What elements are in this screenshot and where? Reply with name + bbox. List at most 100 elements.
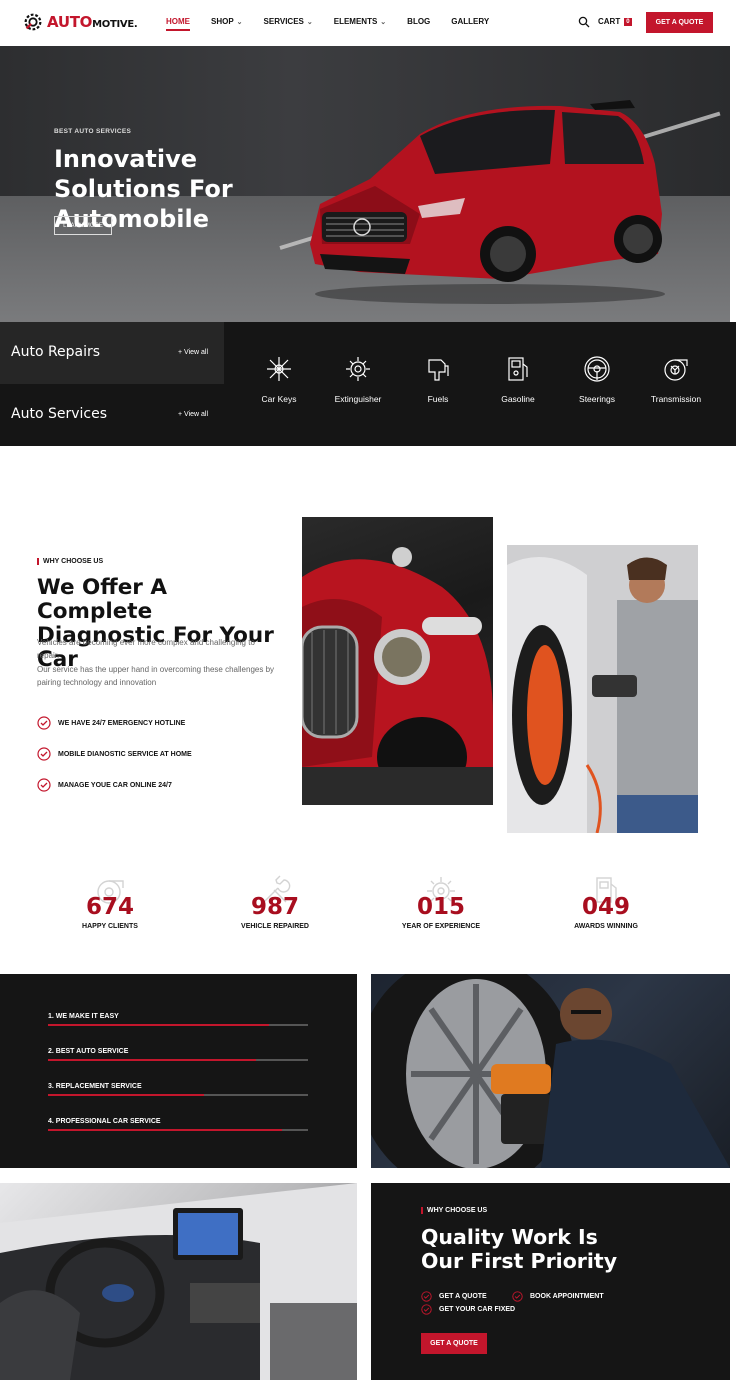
turbo-icon [664, 359, 688, 381]
progress-item: 4. PROFESSIONAL CAR SERVICE [48, 1118, 308, 1131]
chevron-down-icon: ⌄ [306, 18, 313, 26]
service-extinguisher[interactable]: Extinguisher [318, 354, 398, 404]
category-label: Auto Services [11, 406, 107, 422]
logo-text-auto: AUTO [47, 13, 93, 31]
mechanic-wheel-photo [371, 974, 730, 1168]
service-label: Steerings [579, 394, 615, 404]
stat-label: VEHICLE REPAIRED [241, 923, 309, 930]
service-gasoline[interactable]: Gasoline [478, 354, 558, 404]
stat-awards-winning: 049 AWARDS WINNING [531, 874, 681, 930]
stat-value: 987 [250, 894, 299, 920]
nav-home-label: HOME [166, 17, 190, 26]
check-label: BOOK APPOINTMENT [530, 1293, 604, 1300]
quality-check-item: GET YOUR CAR FIXED [421, 1304, 515, 1315]
service-car-keys[interactable]: Car Keys [239, 354, 319, 404]
progress-track [48, 1129, 308, 1131]
why-kicker-text: WHY CHOOSE US [43, 558, 104, 565]
stat-vehicle-repaired: 987 VEHICLE REPAIRED [200, 874, 350, 930]
service-fuels[interactable]: Fuels [398, 354, 478, 404]
nav-services[interactable]: SERVICES ⌄ [264, 17, 313, 26]
category-auto-repairs[interactable]: Auto Repairs + View all [0, 322, 224, 384]
view-all-link[interactable]: + View all [178, 411, 208, 418]
check-circle-icon [421, 1291, 432, 1302]
learn-more-button[interactable]: LEARN MORE [54, 216, 112, 235]
hero-banner: BEST AUTO SERVICES Innovative Solutions … [0, 46, 730, 322]
quality-check-item: BOOK APPOINTMENT [512, 1291, 604, 1302]
mechanic-tire-photo [507, 545, 698, 833]
nav-gallery-label: GALLERY [451, 17, 490, 26]
steering-wheel-icon [584, 356, 610, 382]
quality-get-quote-button[interactable]: GET A QUOTE [421, 1333, 487, 1354]
quality-kicker: WHY CHOOSE US [421, 1207, 487, 1214]
stat-happy-clients: 674 HAPPY CLIENTS [35, 874, 185, 930]
check-label: WE HAVE 24/7 EMERGENCY HOTLINE [58, 719, 186, 727]
service-label: Car Keys [261, 394, 297, 404]
progress-item: 1. WE MAKE IT EASY [48, 1013, 308, 1026]
chevron-down-icon: ⌄ [380, 18, 387, 26]
service-transmission[interactable]: Transmission [636, 354, 716, 404]
service-label: Transmission [650, 394, 702, 404]
progress-fill [48, 1059, 256, 1061]
service-label: Gasoline [501, 394, 535, 404]
cart-link[interactable]: CART 0 [598, 17, 632, 26]
classic-car-photo [302, 517, 493, 805]
why-text-2: Our service has the upper hand in overco… [37, 664, 275, 688]
quality-kicker-text: WHY CHOOSE US [427, 1207, 488, 1214]
nav-elements[interactable]: ELEMENTS ⌄ [334, 17, 386, 26]
check-circle-icon [37, 778, 51, 792]
nav-shop[interactable]: SHOP ⌄ [211, 17, 243, 26]
kicker-accent-bar [421, 1207, 423, 1214]
car-interior-photo [0, 1183, 357, 1380]
stat-value: 049 [581, 894, 630, 920]
cart-label: CART [598, 17, 621, 26]
nav-elements-label: ELEMENTS [333, 17, 378, 26]
progress-fill [48, 1024, 269, 1026]
progress-item: 2. BEST AUTO SERVICE [48, 1048, 308, 1061]
stat-value: 674 [85, 894, 134, 920]
fuel-nozzle-icon [428, 359, 449, 381]
category-auto-services[interactable]: Auto Services + View all [0, 384, 224, 446]
logo[interactable]: AUTOMOTIVE. [22, 11, 138, 33]
progress-label: 4. PROFESSIONAL CAR SERVICE [48, 1118, 161, 1125]
nav-gallery[interactable]: GALLERY [451, 17, 489, 26]
progress-track [48, 1094, 308, 1096]
check-circle-icon [512, 1291, 523, 1302]
progress-fill [48, 1129, 282, 1131]
logo-text-motive: MOTIVE. [92, 19, 138, 30]
view-all-link[interactable]: + View all [178, 349, 208, 356]
progress-label: 3. REPLACEMENT SERVICE [48, 1083, 142, 1090]
service-steerings[interactable]: Steerings [557, 354, 637, 404]
cart-count-badge: 0 [624, 17, 632, 26]
mechanic-wheel-image [371, 974, 730, 1168]
car-interior-image [0, 1183, 357, 1380]
extinguisher-icon [346, 357, 370, 381]
progress-label: 2. BEST AUTO SERVICE [48, 1048, 129, 1055]
progress-item: 3. REPLACEMENT SERVICE [48, 1083, 308, 1096]
red-car-image [310, 100, 665, 304]
nav-blog-label: BLOG [407, 17, 431, 26]
search-icon[interactable] [578, 16, 590, 28]
stat-value: 015 [416, 894, 465, 920]
chevron-down-icon: ⌄ [236, 18, 243, 26]
stat-label: HAPPY CLIENTS [82, 923, 138, 930]
progress-track [48, 1059, 308, 1061]
service-label: Extinguisher [334, 394, 382, 404]
category-label: Auto Repairs [11, 344, 101, 360]
check-label: GET YOUR CAR FIXED [439, 1306, 516, 1313]
nav-services-label: SERVICES [263, 17, 304, 26]
classic-car-image [302, 547, 493, 805]
mechanic-tire-image [507, 545, 698, 833]
nav-blog[interactable]: BLOG [407, 17, 430, 26]
quality-check-item: GET A QUOTE [421, 1291, 487, 1302]
why-description: Vehicles are becoming ever more complex … [37, 636, 277, 690]
nav-home[interactable]: HOME [166, 17, 190, 31]
check-circle-icon [37, 747, 51, 761]
progress-track [48, 1024, 308, 1026]
progress-fill [48, 1094, 204, 1096]
get-quote-button[interactable]: GET A QUOTE [646, 12, 713, 33]
hero-kicker: BEST AUTO SERVICES [54, 128, 132, 135]
stat-year-of-experience: 015 YEAR OF EXPERIENCE [366, 874, 516, 930]
gas-pump-icon [508, 357, 528, 381]
check-label: MOBILE DIANOSTIC SERVICE AT HOME [58, 750, 192, 758]
why-check-item: WE HAVE 24/7 EMERGENCY HOTLINE [37, 716, 185, 730]
